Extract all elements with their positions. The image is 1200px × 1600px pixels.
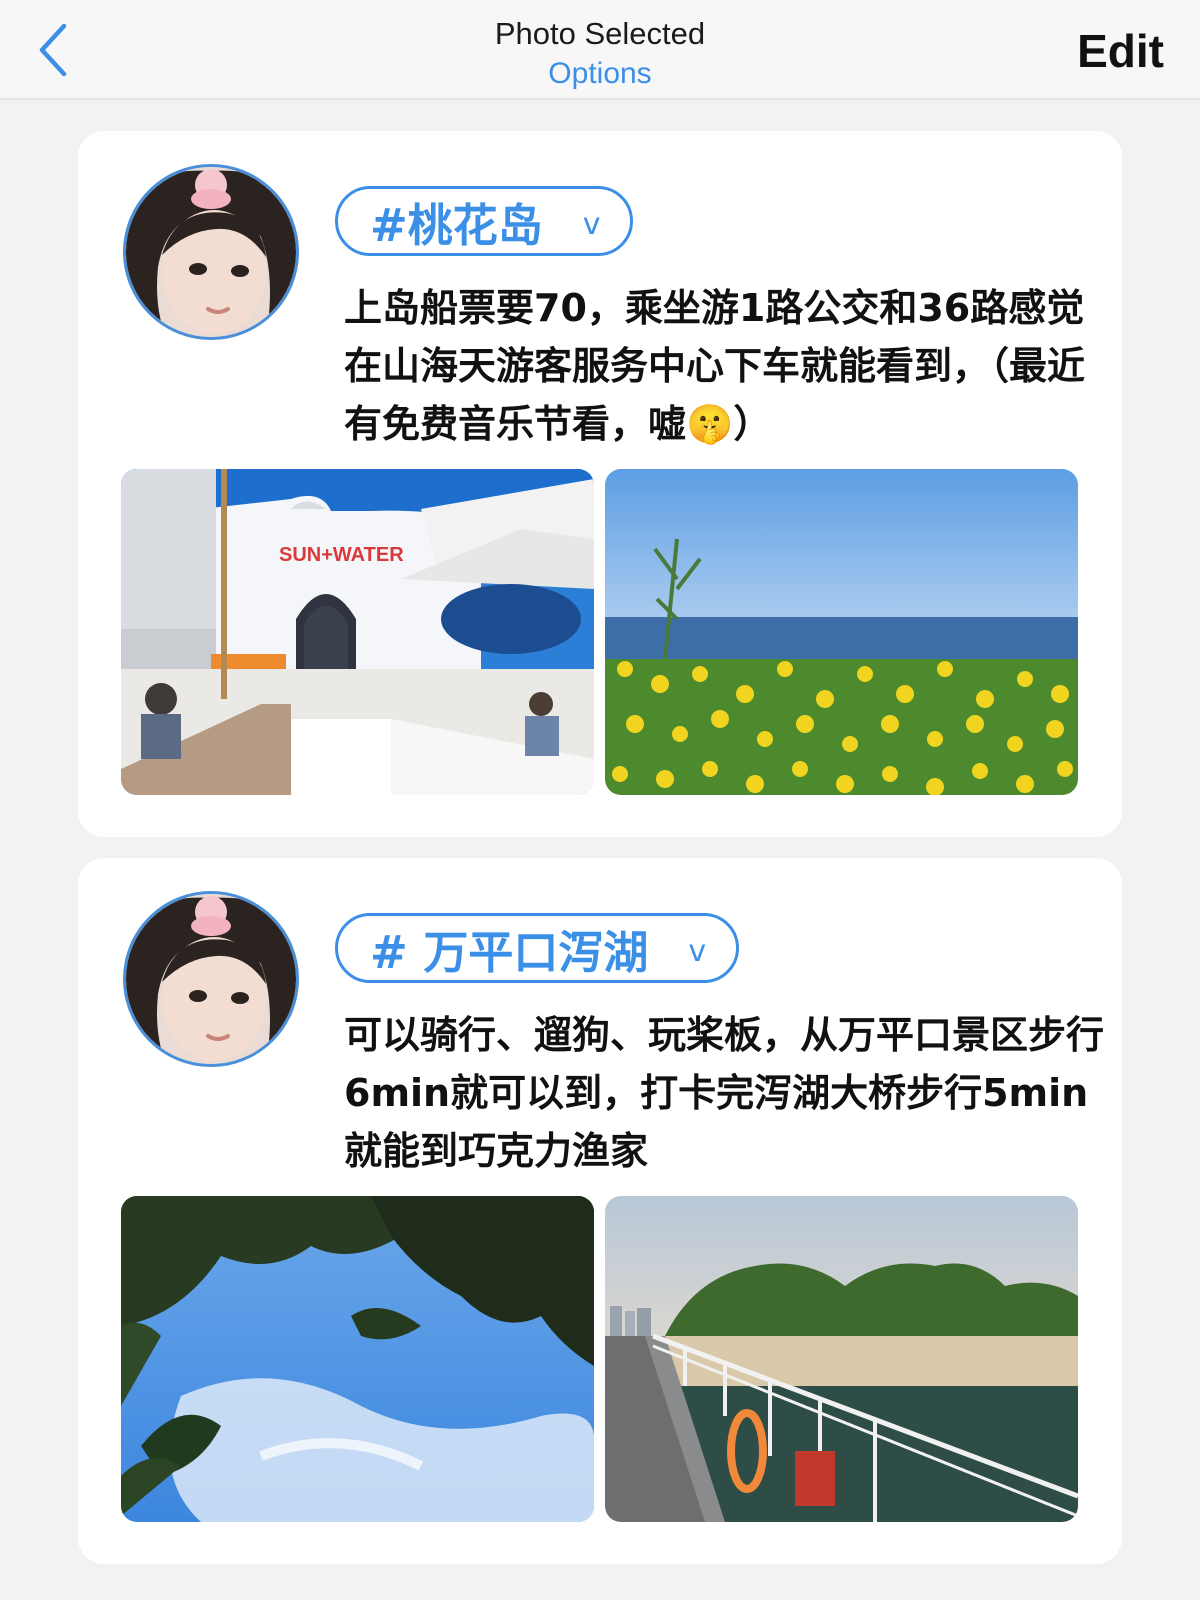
post-text: 可以骑行、遛狗、玩桨板，从万平口景区步行6min就可以到，打卡完泻湖大桥步行5m…: [344, 1013, 1105, 1173]
nav-title: Photo Selected: [494, 16, 706, 51]
photo-thumbnail[interactable]: [605, 469, 1078, 795]
top-nav-bar: Photo Selected Options Edit: [0, 0, 1200, 100]
photo-thumbnail[interactable]: [605, 1196, 1078, 1522]
topic-tag-label: #桃花岛: [370, 198, 543, 252]
post-card: #桃花岛 v 上岛船票要70，乘坐游1路公交和36路感觉在山海天游客服务中心下车…: [78, 131, 1122, 837]
photo-thumbnail[interactable]: [121, 1196, 594, 1522]
edit-button[interactable]: Edit: [1077, 24, 1164, 78]
avatar[interactable]: [123, 891, 299, 1067]
avatar[interactable]: [123, 164, 299, 340]
post-card: # 万平口泻湖 v 可以骑行、遛狗、玩桨板，从万平口景区步行6min就可以到，打…: [78, 858, 1122, 1564]
topic-tag-label: # 万平口泻湖: [370, 925, 649, 979]
chevron-down-icon: v: [582, 206, 601, 242]
options-link[interactable]: Options: [0, 56, 1200, 92]
topic-tag[interactable]: # 万平口泻湖 v: [335, 913, 740, 983]
cafe-sign-text: SUN+WATER: [279, 544, 404, 566]
post-text: 上岛船票要70，乘坐游1路公交和36路感觉在山海天游客服务中心下车就能看到，（最…: [344, 286, 1086, 446]
topic-tag[interactable]: #桃花岛 v: [335, 186, 634, 256]
chevron-down-icon: v: [688, 933, 707, 969]
photo-thumbnail[interactable]: SUN+WATER: [121, 469, 594, 795]
